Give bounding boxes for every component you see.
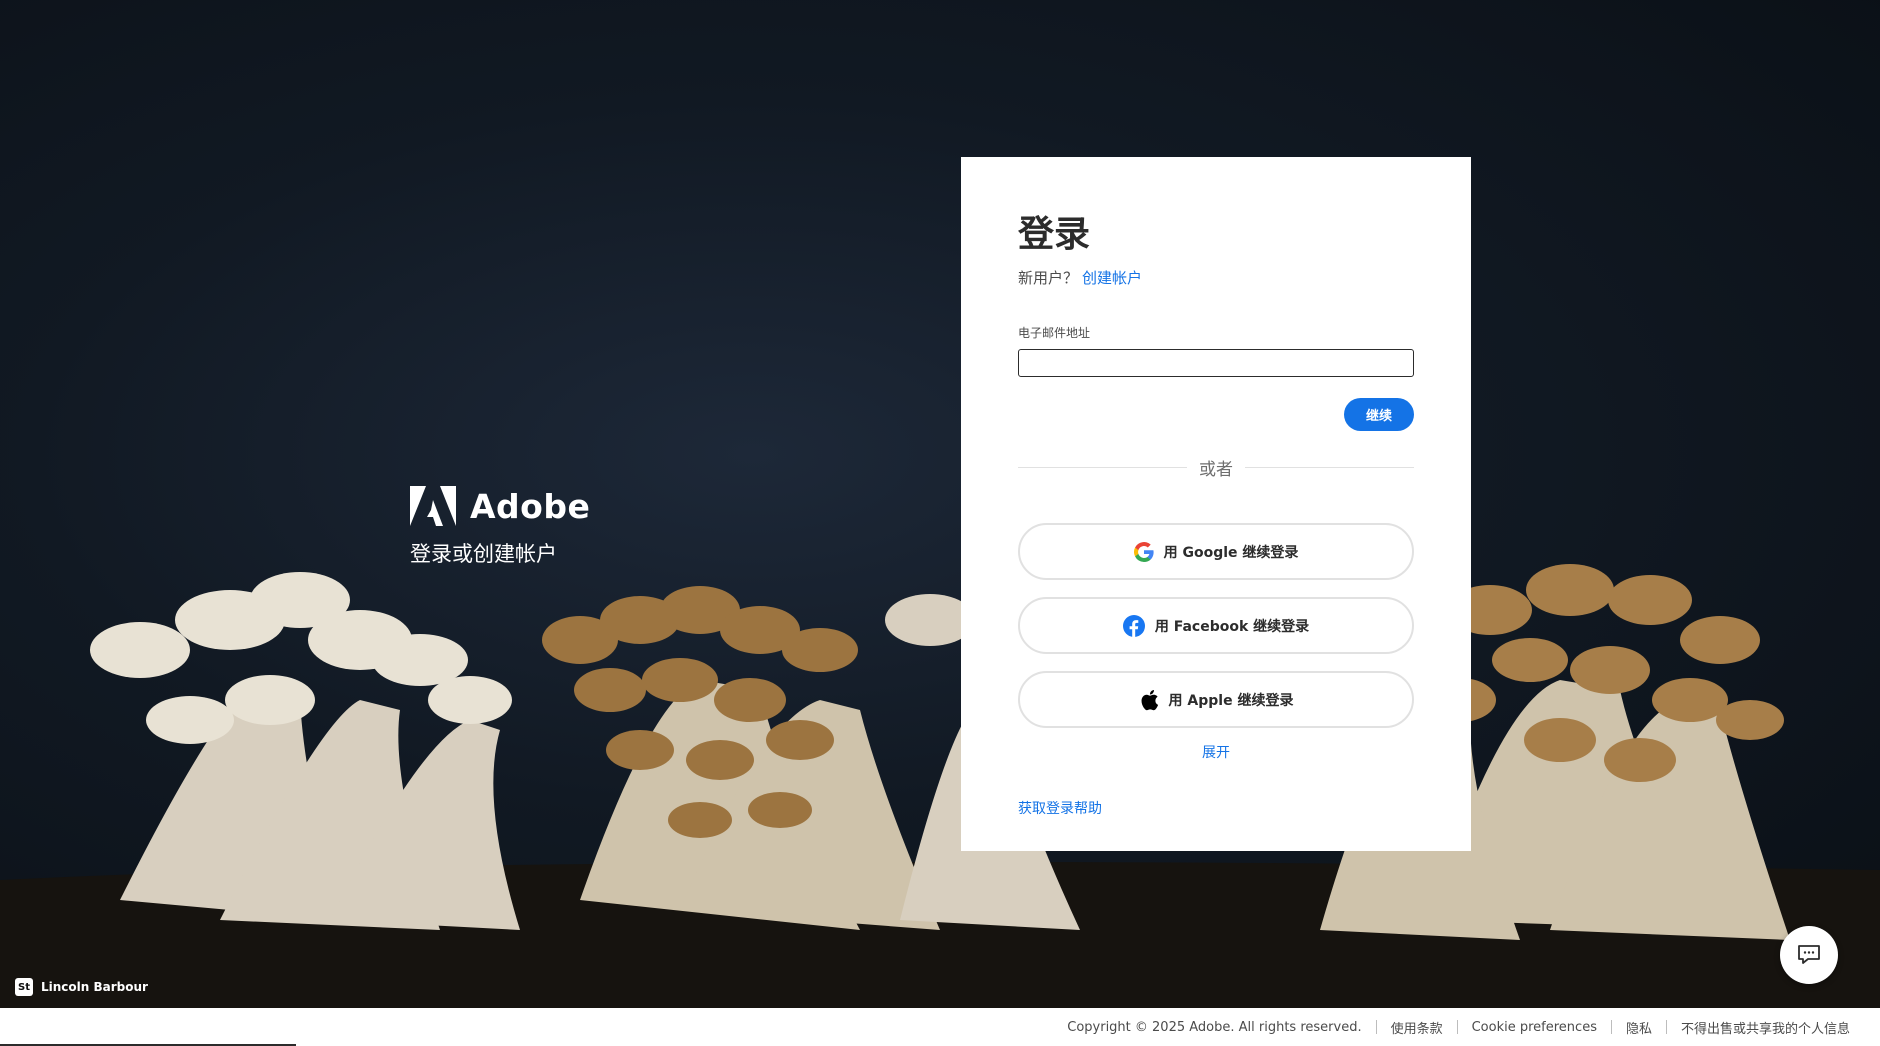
new-user-line: 新用户？ 创建帐户 [1018,267,1414,288]
page-title: 登录 [1018,214,1091,255]
cookie-preferences-link[interactable]: Cookie preferences [1472,1020,1597,1035]
brand-tagline: 登录或创建帐户 [410,542,557,566]
brand-name: Adobe [470,486,591,526]
privacy-link[interactable]: 隐私 [1626,1018,1652,1037]
photographer-name: Lincoln Barbour [41,980,148,994]
google-login-button[interactable]: 用 Google 继续登录 [1018,523,1414,580]
facebook-login-button[interactable]: 用 Facebook 继续登录 [1018,597,1414,654]
or-divider: 或者 [1018,455,1414,480]
apple-login-label: 用 Apple 继续登录 [1168,692,1294,709]
terms-link[interactable]: 使用条款 [1391,1018,1443,1037]
footer: Copyright © 2025 Adobe. All rights reser… [0,1008,1880,1046]
brand-block: Adobe 登录或创建帐户 [410,486,590,568]
photo-credit[interactable]: St Lincoln Barbour [15,978,148,996]
create-account-link[interactable]: 创建帐户 [1082,269,1142,287]
footer-separator [1610,1020,1612,1034]
or-text: 或者 [1199,460,1233,480]
continue-button[interactable]: 继续 [1343,398,1414,431]
google-login-label: 用 Google 继续登录 [1163,544,1299,561]
chat-icon [1798,945,1820,964]
copyright-text: Copyright © 2025 Adobe. All rights reser… [1067,1019,1362,1035]
divider-line-right [1245,467,1414,468]
facebook-login-label: 用 Facebook 继续登录 [1154,618,1310,635]
footer-separator [1665,1020,1667,1034]
expand-link[interactable]: 展开 [1018,742,1414,762]
google-icon [1133,541,1154,562]
apple-icon [1141,689,1158,710]
divider-line-left [1018,467,1187,468]
stock-badge-icon: St [15,978,33,996]
footer-separator [1456,1020,1458,1034]
adobe-logo-icon [410,486,456,526]
social-login-group: 用 Google 继续登录 用 Facebook 继续登录 用 Apple 继续… [1018,523,1414,728]
email-label: 电子邮件地址 [1018,326,1091,340]
apple-login-button[interactable]: 用 Apple 继续登录 [1018,671,1414,728]
chat-button[interactable] [1780,926,1838,984]
background-photo [0,0,1880,1008]
login-card: 登录 新用户？ 创建帐户 电子邮件地址 继续 或者 用 Google 继续登录 用… [961,157,1471,851]
login-help-link[interactable]: 获取登录帮助 [1018,798,1414,818]
facebook-icon [1122,614,1145,637]
do-not-sell-link[interactable]: 不得出售或共享我的个人信息 [1681,1018,1850,1037]
new-user-prompt: 新用户？ [1018,269,1079,287]
footer-separator [1375,1020,1377,1034]
continue-row: 继续 [1018,398,1414,431]
email-field[interactable] [1018,349,1414,377]
